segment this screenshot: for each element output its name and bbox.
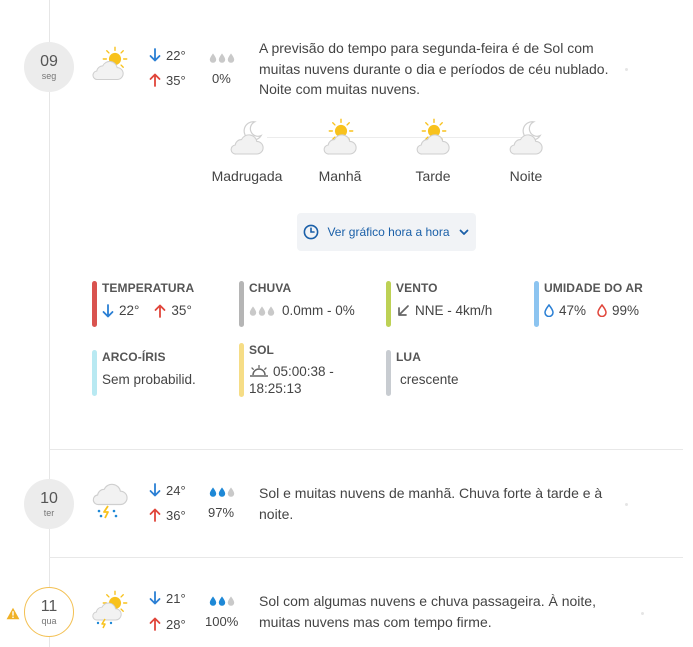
sun-cloud-icon xyxy=(416,118,450,155)
detail-min: 47% xyxy=(559,303,587,318)
timeline-line xyxy=(49,0,50,647)
color-bar xyxy=(239,281,244,327)
max-temp: 28° xyxy=(166,617,186,632)
hourly-graph-label: Ver gráfico hora a hora xyxy=(327,225,450,239)
rain-probability: 97% xyxy=(208,505,235,520)
detail-value: crescente xyxy=(400,372,459,387)
min-temp: 21° xyxy=(166,591,186,606)
detail-value: NNE - 4km/h xyxy=(415,303,493,318)
detail-chuva: CHUVA 0.0mm - 0% xyxy=(239,281,379,327)
day-badge: 11 qua xyxy=(24,587,74,637)
rain-drops-icon xyxy=(209,487,235,497)
period-label: Tarde xyxy=(415,168,451,184)
rain-drops-icon xyxy=(209,53,235,63)
chevron-down-icon xyxy=(459,229,468,235)
detail-value: Sem probabilid. xyxy=(102,372,196,387)
detail-title: LUA xyxy=(396,350,421,364)
rain-drops-icon xyxy=(249,306,275,316)
sunrise-icon xyxy=(250,364,268,377)
moon-cloud-icon xyxy=(230,121,264,155)
humidity-min-icon xyxy=(544,304,554,317)
max-temp: 36° xyxy=(166,508,186,523)
detail-max: 99% xyxy=(612,303,640,318)
expand-dot xyxy=(625,503,628,506)
detail-title: ARCO-ÍRIS xyxy=(102,350,166,364)
day-description: Sol e muitas nuvens de manhã. Chuva fort… xyxy=(259,485,603,522)
color-bar xyxy=(386,350,391,396)
arrow-down-icon xyxy=(102,304,114,318)
weekday: qua xyxy=(41,615,57,626)
detail-title: CHUVA xyxy=(249,281,292,295)
detail-vento: VENTO NNE - 4km/h xyxy=(386,281,526,327)
arrow-up-icon xyxy=(149,617,161,631)
min-temp: 22° xyxy=(166,48,186,63)
detail-sol: SOL 05:00:38 - 18:25:13 xyxy=(239,343,379,397)
day-badge: 10 ter xyxy=(24,479,74,529)
arrow-down-icon xyxy=(149,48,161,62)
moon-cloud-icon xyxy=(509,121,543,155)
color-bar xyxy=(534,281,539,327)
row-divider xyxy=(49,557,683,558)
weekday: ter xyxy=(43,507,55,518)
weekday: seg xyxy=(41,70,57,81)
arrow-up-icon xyxy=(149,73,161,87)
expand-dot xyxy=(641,612,644,615)
period-label: Noite xyxy=(509,168,543,184)
arrow-down-icon xyxy=(149,591,161,605)
detail-arco-iris: ARCO-ÍRIS Sem probabilid. xyxy=(92,350,232,396)
min-temp: 24° xyxy=(166,483,186,498)
day-badge: 09 seg xyxy=(24,42,74,92)
detail-title: VENTO xyxy=(396,281,438,295)
detail-value: 0.0mm - 0% xyxy=(282,303,355,318)
detail-lua: LUA crescente xyxy=(386,350,526,396)
warning-icon[interactable] xyxy=(6,607,20,620)
storm-cloud-icon xyxy=(92,483,128,519)
period-madrugada: Madrugada xyxy=(202,118,292,184)
period-label: Madrugada xyxy=(211,168,283,184)
period-manha: Manhã xyxy=(295,118,385,184)
color-bar xyxy=(386,281,391,327)
sun-cloud-icon xyxy=(323,118,357,155)
rain-probability: 100% xyxy=(205,614,239,629)
color-bar xyxy=(92,350,97,396)
detail-title: UMIDADE DO AR xyxy=(544,281,643,295)
arrow-up-icon xyxy=(154,304,166,318)
arrow-up-icon xyxy=(149,508,161,522)
hourly-graph-button[interactable]: Ver gráfico hora a hora xyxy=(297,213,476,251)
humidity-max-icon xyxy=(597,304,607,317)
day-number: 10 xyxy=(40,489,58,507)
period-label: Manhã xyxy=(318,168,362,184)
day-description: A previsão do tempo para segunda-feira é… xyxy=(259,40,609,97)
day-number: 09 xyxy=(40,52,58,70)
period-noite: Noite xyxy=(481,118,571,184)
period-tarde: Tarde xyxy=(388,118,478,184)
arrow-down-icon xyxy=(149,483,161,497)
detail-min: 22° xyxy=(119,303,140,318)
max-temp: 35° xyxy=(166,73,186,88)
expand-dot xyxy=(625,68,628,71)
detail-title: TEMPERATURA xyxy=(102,281,195,295)
clock-icon xyxy=(304,224,319,240)
detail-umidade: UMIDADE DO AR 47% 99% xyxy=(534,281,684,327)
row-divider xyxy=(49,449,683,450)
wind-direction-icon xyxy=(398,304,409,316)
sun-cloud-icon xyxy=(92,46,128,81)
rain-probability: 0% xyxy=(212,71,231,86)
day-number: 11 xyxy=(40,597,58,615)
rain-drops-icon xyxy=(209,596,235,606)
day-description: Sol com algumas nuvens e chuva passageir… xyxy=(259,593,596,630)
detail-title: SOL xyxy=(249,343,274,357)
sun-rain-icon xyxy=(92,590,128,629)
detail-temperatura: TEMPERATURA 22° 35° xyxy=(92,281,232,327)
color-bar xyxy=(239,343,244,397)
color-bar xyxy=(92,281,97,327)
detail-max: 35° xyxy=(171,303,192,318)
